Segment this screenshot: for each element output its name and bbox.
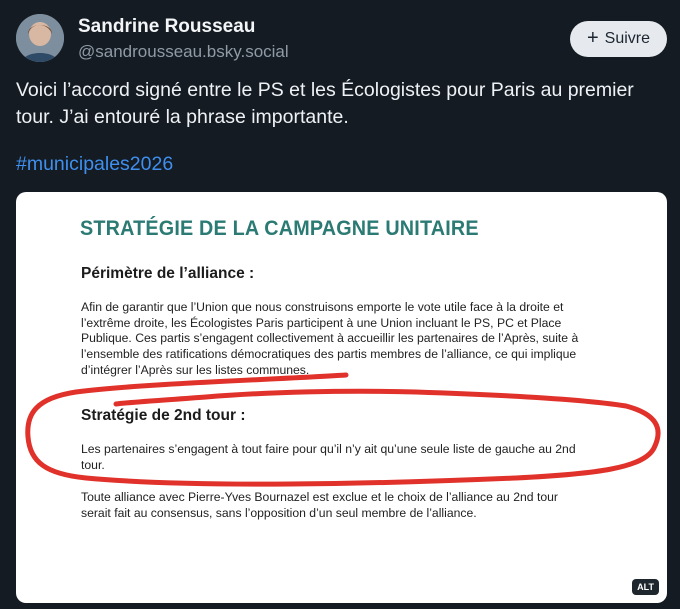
document-title: STRATÉGIE DE LA CAMPAGNE UNITAIRE: [80, 216, 479, 240]
avatar-photo: [16, 14, 64, 62]
text-line: l’extrême droite, les Écologistes Paris …: [81, 315, 562, 330]
author-handle[interactable]: @sandrousseau.bsky.social: [78, 42, 289, 62]
text-line: l’ensemble des ratifications démocratiqu…: [81, 347, 577, 362]
section-heading-alliance: Périmètre de l’alliance :: [81, 265, 255, 282]
text-line: serait fait au consensus, sans l’opposit…: [81, 505, 477, 520]
post-image[interactable]: STRATÉGIE DE LA CAMPAGNE UNITAIRE Périmè…: [16, 192, 667, 603]
follow-button[interactable]: + Suivre: [570, 21, 667, 57]
text-line: Toute alliance avec Pierre-Yves Bournaze…: [81, 490, 558, 504]
alt-text-badge[interactable]: ALT: [632, 579, 659, 595]
text-line: Afin de garantir que l’Union que nous co…: [81, 300, 564, 314]
red-circle-annotation: [25, 372, 661, 487]
section-text-bournazel: Toute alliance avec Pierre-Yves Bournaze…: [81, 490, 621, 521]
text-line: tour.: [81, 457, 105, 472]
plus-icon: +: [586, 27, 599, 49]
post-text: Voici l’accord signé entre le PS et les …: [16, 79, 634, 128]
follow-button-label: Suivre: [604, 30, 651, 47]
text-line: d’intégrer l’Après sur les listes commun…: [81, 362, 310, 377]
section-text-second-round: Les partenaires s’engagent à tout faire …: [81, 442, 621, 473]
text-line: Publique. Ces partis s’engagent collecti…: [81, 331, 579, 346]
hashtag-link[interactable]: #municipales2026: [16, 153, 173, 176]
text-line: Les partenaires s’engagent à tout faire …: [81, 442, 576, 456]
avatar[interactable]: [16, 14, 64, 62]
author-name[interactable]: Sandrine Rousseau: [78, 16, 255, 38]
section-heading-second-round: Stratégie de 2nd tour :: [81, 407, 246, 424]
section-text-alliance: Afin de garantir que l’Union que nous co…: [81, 300, 621, 379]
